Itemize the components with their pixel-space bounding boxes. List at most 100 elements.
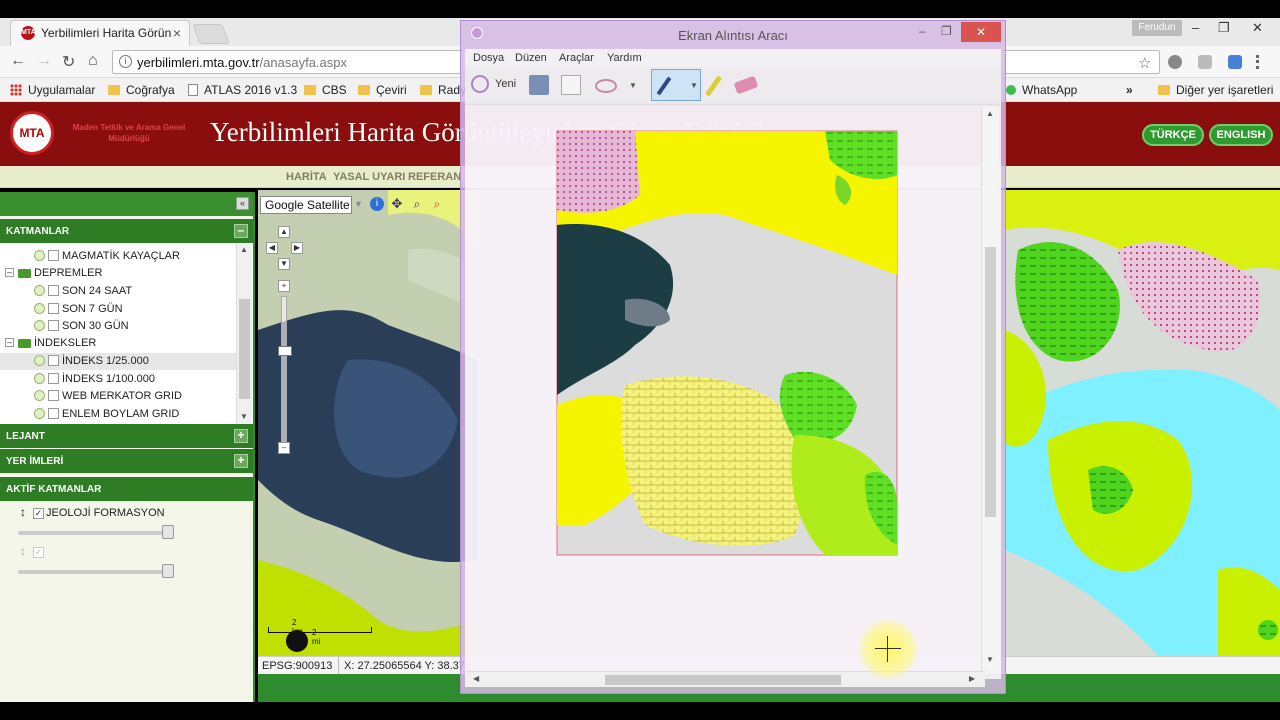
copy-icon[interactable] <box>561 75 581 95</box>
scrollbar-thumb[interactable] <box>605 675 841 685</box>
extension-icon[interactable] <box>1198 55 1212 69</box>
collapse-group-icon[interactable]: – <box>5 268 14 277</box>
drag-handle-icon[interactable]: ↕ <box>20 505 26 519</box>
save-icon[interactable] <box>529 75 549 95</box>
forward-icon[interactable]: → <box>36 52 52 70</box>
layer-item[interactable]: SON 30 GÜN <box>0 318 236 335</box>
menu-tools[interactable]: Araçlar <box>559 52 594 64</box>
layer-item[interactable]: SON 24 SAAT <box>0 283 236 300</box>
layer-radio[interactable] <box>34 250 45 261</box>
scroll-up-icon[interactable]: ▲ <box>240 245 248 254</box>
bookmark-star-icon[interactable]: ☆ <box>1138 54 1151 72</box>
layers-section-header[interactable]: KATMANLAR – <box>0 219 253 243</box>
restore-window-icon[interactable]: ❐ <box>1218 20 1230 36</box>
collapse-sidebar-button[interactable]: « <box>236 197 249 210</box>
pan-up-button[interactable]: ▲ <box>278 226 290 238</box>
layer-checkbox[interactable] <box>48 320 59 331</box>
other-bookmarks[interactable]: Diğer yer işaretleri <box>1158 83 1273 97</box>
new-snip-icon[interactable] <box>471 75 489 93</box>
menu-help[interactable]: Yardım <box>607 52 642 64</box>
zoom-slider-knob[interactable] <box>278 346 292 356</box>
scroll-down-icon[interactable]: ▼ <box>986 655 994 664</box>
minimize-icon[interactable]: – <box>919 24 926 38</box>
legend-section-header[interactable]: LEJANT + <box>0 424 253 448</box>
close-button[interactable]: ✕ <box>961 22 1001 42</box>
browser-tab[interactable]: MTA Yerbilimleri Harita Görün × <box>10 20 190 46</box>
layer-radio[interactable] <box>34 408 45 419</box>
menu-edit[interactable]: Düzen <box>515 52 547 64</box>
expand-legend-button[interactable]: + <box>234 429 248 443</box>
new-snip-button[interactable]: Yeni <box>495 78 516 90</box>
scroll-up-icon[interactable]: ▲ <box>986 109 994 118</box>
scrollbar-thumb[interactable] <box>985 247 996 517</box>
pen-tool-button[interactable]: ▼ <box>651 69 701 101</box>
layer-checkbox[interactable] <box>48 373 59 384</box>
language-english-button[interactable]: ENGLISH <box>1209 124 1273 146</box>
menu-item-legal-notice[interactable]: YASAL UYARI <box>333 171 405 183</box>
active-layer-checkbox[interactable]: ✓ <box>33 547 44 558</box>
layer-group[interactable]: – İNDEKSLER <box>0 335 236 352</box>
scroll-down-icon[interactable]: ▼ <box>240 412 248 421</box>
home-icon[interactable]: ⌂ <box>88 52 98 70</box>
layer-item[interactable]: SON 7 GÜN <box>0 301 236 318</box>
user-profile-badge[interactable]: Ferudun <box>1132 20 1182 36</box>
pan-right-button[interactable]: ▶ <box>291 242 303 254</box>
snip-canvas[interactable] <box>465 105 1001 679</box>
scroll-right-icon[interactable]: ▶ <box>969 674 975 683</box>
slider-knob[interactable] <box>162 564 174 578</box>
bookmark-item[interactable]: ATLAS 2016 v1.3 <box>188 83 297 97</box>
translate-extension-icon[interactable] <box>1228 55 1242 69</box>
menu-item-references[interactable]: REFERAN <box>408 171 461 183</box>
layer-checkbox[interactable] <box>48 355 59 366</box>
bookmark-item[interactable]: WhatsApp <box>1006 83 1077 97</box>
scroll-left-icon[interactable]: ◀ <box>473 674 479 683</box>
active-layer-checkbox[interactable]: ✓ <box>33 508 44 519</box>
layer-opacity-slider[interactable] <box>18 525 174 539</box>
snipping-tool-window[interactable]: Ekran Alıntısı Aracı – ❐ ✕ Dosya Düzen A… <box>460 20 1006 694</box>
bookmark-item[interactable]: Çeviri <box>358 83 407 97</box>
zoom-out-button[interactable]: – <box>278 442 290 454</box>
maximize-icon[interactable]: ❐ <box>941 24 952 38</box>
active-layers-section-header[interactable]: AKTİF KATMANLAR <box>0 477 253 501</box>
zoom-slider[interactable] <box>281 296 287 446</box>
scrollbar-thumb[interactable] <box>239 299 250 399</box>
minimize-window-icon[interactable]: – <box>1192 20 1199 35</box>
pan-down-button[interactable]: ▼ <box>278 258 290 270</box>
bookmark-item[interactable]: CBS <box>304 83 347 97</box>
drag-handle-icon[interactable]: ↕ <box>20 544 26 558</box>
pan-left-button[interactable]: ◀ <box>266 242 278 254</box>
send-email-icon[interactable] <box>595 79 617 93</box>
layer-radio[interactable] <box>34 285 45 296</box>
chevron-down-icon[interactable]: ▼ <box>690 81 698 90</box>
layer-checkbox[interactable] <box>48 303 59 314</box>
zoom-box-icon[interactable]: ⌕ <box>410 197 424 211</box>
back-icon[interactable]: ← <box>10 52 26 70</box>
info-icon[interactable]: i <box>370 197 384 211</box>
layer-opacity-slider[interactable] <box>18 564 174 578</box>
extension-icon[interactable] <box>1168 55 1182 69</box>
base-layer-select[interactable]: Google Satellite <box>260 196 352 214</box>
layer-radio[interactable] <box>34 320 45 331</box>
bookmark-item[interactable]: Coğrafya <box>108 83 175 97</box>
chevron-down-icon[interactable]: ▼ <box>629 81 637 90</box>
menu-file[interactable]: Dosya <box>473 52 504 64</box>
new-tab-button[interactable] <box>192 24 230 44</box>
menu-icon[interactable] <box>1256 55 1260 69</box>
layer-item[interactable]: İNDEKS 1/100.000 <box>0 371 236 388</box>
collapse-group-icon[interactable]: – <box>5 338 14 347</box>
layer-radio[interactable] <box>34 373 45 384</box>
reload-icon[interactable]: ↻ <box>62 52 75 72</box>
layer-radio[interactable] <box>34 390 45 401</box>
layers-toggle-button[interactable]: – <box>234 224 248 238</box>
layer-checkbox[interactable] <box>48 250 59 261</box>
bookmarks-overflow-icon[interactable]: » <box>1126 83 1133 97</box>
layer-item[interactable]: MAGMATİK KAYAÇLAR <box>0 248 236 265</box>
layer-checkbox[interactable] <box>48 390 59 401</box>
eraser-icon[interactable] <box>733 75 759 95</box>
tab-close-icon[interactable]: × <box>173 25 181 41</box>
snipping-tool-titlebar[interactable]: Ekran Alıntısı Aracı – ❐ ✕ <box>461 21 1005 49</box>
expand-bookmarks-button[interactable]: + <box>234 454 248 468</box>
language-turkish-button[interactable]: TÜRKÇE <box>1142 124 1204 146</box>
chevron-down-icon[interactable]: ▼ <box>354 199 363 209</box>
layer-group[interactable]: – DEPREMLER <box>0 265 236 282</box>
